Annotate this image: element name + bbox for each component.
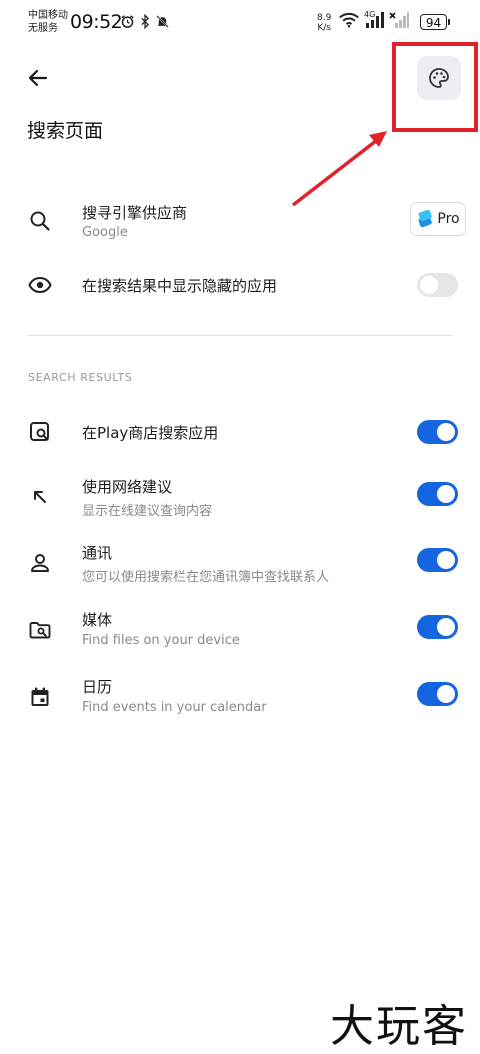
web-suggestions-toggle[interactable] — [417, 482, 458, 506]
annotation-highlight-box — [392, 42, 478, 132]
show-hidden-apps-label: 在搜索结果中显示隐藏的应用 — [82, 277, 278, 295]
carrier-info: 中国移动 无服务 — [28, 9, 68, 35]
media-sub: Find files on your device — [82, 633, 240, 648]
clock: 09:52 — [70, 11, 123, 33]
pro-layers-icon — [418, 209, 433, 228]
speed-value: 8.9 — [317, 13, 332, 23]
media-row[interactable]: 媒体 Find files on your device — [0, 605, 480, 655]
play-store-search-label: 在Play商店搜索应用 — [82, 424, 219, 442]
toggle-knob — [437, 685, 455, 703]
toggle-knob — [437, 423, 455, 441]
toggle-knob — [437, 618, 455, 636]
back-arrow-icon[interactable] — [26, 66, 50, 90]
contacts-toggle[interactable] — [417, 548, 458, 572]
search-provider-row[interactable]: 搜寻引擎供应商 Google Pro — [0, 196, 480, 246]
play-store-search-icon — [30, 422, 49, 441]
page-title: 搜索页面 — [27, 120, 104, 142]
signal-no-service — [389, 12, 409, 28]
media-toggle[interactable] — [417, 615, 458, 639]
search-provider-value: Google — [82, 225, 128, 240]
eye-icon — [28, 276, 52, 294]
cell-signal-icon — [366, 12, 384, 28]
web-suggestions-label: 使用网络建议 — [82, 478, 173, 496]
toggle-knob — [437, 551, 455, 569]
pro-badge[interactable]: Pro — [410, 202, 466, 236]
search-icon — [30, 211, 50, 231]
contacts-label: 通讯 — [82, 544, 113, 562]
pro-badge-label: Pro — [437, 211, 460, 227]
show-hidden-apps-toggle[interactable] — [417, 273, 458, 297]
contacts-sub: 您可以使用搜索栏在您通讯簿中查找联系人 — [82, 570, 330, 585]
carrier-service: 无服务 — [28, 23, 58, 34]
mute-bell-icon — [156, 15, 169, 28]
web-suggestions-sub: 显示在线建议查询内容 — [82, 504, 213, 519]
person-icon — [31, 554, 49, 572]
signal-icons: 4G — [339, 10, 409, 28]
calendar-toggle[interactable] — [417, 682, 458, 706]
calendar-sub: Find events in your calendar — [82, 700, 267, 715]
carrier-name: 中国移动 — [28, 10, 68, 21]
network-speed: 8.9 K/s — [317, 13, 331, 33]
signal-4g: 4G — [364, 10, 384, 28]
speed-unit: K/s — [317, 23, 331, 33]
play-store-search-toggle[interactable] — [417, 420, 458, 444]
web-suggestions-row[interactable]: 使用网络建议 显示在线建议查询内容 — [0, 472, 480, 522]
battery-indicator: 94 — [420, 14, 450, 30]
alarm-icon — [121, 15, 134, 28]
toggle-knob — [420, 276, 438, 294]
section-divider — [27, 335, 453, 336]
media-label: 媒体 — [82, 611, 113, 629]
folder-search-icon — [29, 622, 51, 639]
play-store-search-row[interactable]: 在Play商店搜索应用 — [0, 407, 480, 457]
arrow-up-left-icon — [34, 491, 46, 503]
calendar-row[interactable]: 日历 Find events in your calendar — [0, 672, 480, 722]
no-signal-icon — [389, 12, 409, 28]
toggle-knob — [437, 485, 455, 503]
status-bar: 中国移动 无服务 09:52 8.9 K/s 4G 94 — [0, 0, 480, 44]
section-header-search-results: SEARCH RESULTS — [28, 371, 133, 384]
watermark-text: 大玩客 — [330, 1001, 468, 1052]
wifi-icon — [339, 12, 359, 28]
contacts-row[interactable]: 通讯 您可以使用搜索栏在您通讯簿中查找联系人 — [0, 538, 480, 588]
show-hidden-apps-row[interactable]: 在搜索结果中显示隐藏的应用 — [0, 260, 480, 310]
bluetooth-icon — [141, 14, 150, 29]
calendar-icon — [31, 687, 49, 706]
status-icons — [120, 14, 170, 29]
search-provider-label: 搜寻引擎供应商 — [82, 204, 188, 222]
calendar-label: 日历 — [82, 678, 113, 696]
